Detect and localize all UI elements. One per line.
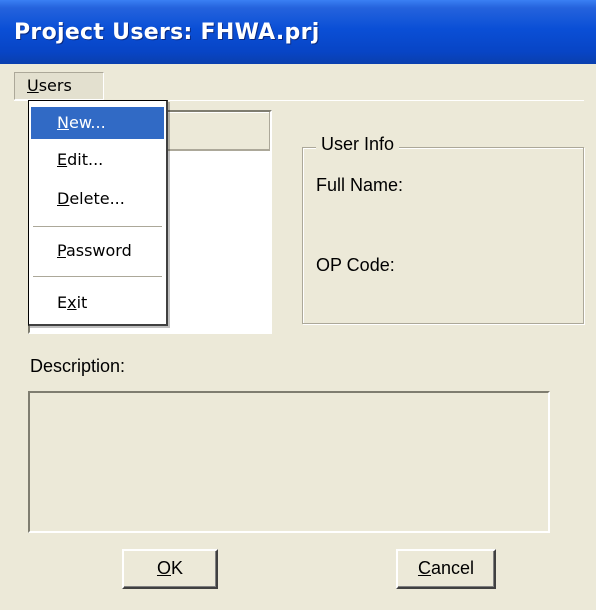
cancel-accel: C [417, 558, 431, 578]
project-users-dialog: Project Users: FHWA.prj Users User Info … [0, 0, 596, 610]
description-label: Description: [30, 356, 126, 376]
op-code-label: OP Code: [316, 255, 395, 275]
menu-item-new-rest: ew... [68, 113, 106, 132]
menu-item-password-rest: assword [65, 241, 132, 260]
menu-users[interactable]: Users [14, 72, 104, 100]
menu-item-delete[interactable]: Delete... [31, 183, 164, 215]
menu-item-edit[interactable]: Edit... [31, 144, 164, 176]
menu-item-password[interactable]: Password [31, 235, 164, 267]
menu-users-accel: U [27, 76, 39, 95]
menu-separator [33, 226, 162, 227]
ok-rest: K [171, 558, 184, 578]
menu-item-password-accel: P [57, 241, 66, 260]
menu-item-exit-prefix: E [57, 293, 68, 312]
ok-button[interactable]: OK [122, 549, 218, 589]
cancel-button[interactable]: Cancel [396, 549, 496, 589]
menu-item-new[interactable]: New... [31, 107, 164, 139]
menu-item-exit[interactable]: Exit [31, 287, 164, 319]
description-field[interactable] [28, 391, 550, 533]
menu-item-exit-rest: it [76, 293, 88, 312]
menu-users-rest: sers [38, 76, 72, 95]
users-dropdown-menu: New... Edit... Delete... Password Exit [28, 100, 168, 326]
menu-item-delete-accel: D [57, 189, 70, 208]
window-title: Project Users: FHWA.prj [14, 20, 320, 45]
ok-accel: O [156, 558, 171, 578]
menu-item-edit-rest: dit... [67, 150, 104, 169]
full-name-label: Full Name: [316, 175, 404, 195]
menu-separator [33, 276, 162, 277]
title-bar[interactable]: Project Users: FHWA.prj [0, 0, 596, 64]
cancel-rest: ancel [430, 558, 475, 578]
menu-item-edit-accel: E [57, 150, 68, 169]
menu-item-new-accel: N [57, 113, 69, 132]
menu-item-delete-rest: elete... [69, 189, 125, 208]
menu-item-exit-accel: x [67, 293, 77, 312]
user-info-legend: User Info [316, 134, 400, 155]
user-info-group [302, 147, 584, 324]
